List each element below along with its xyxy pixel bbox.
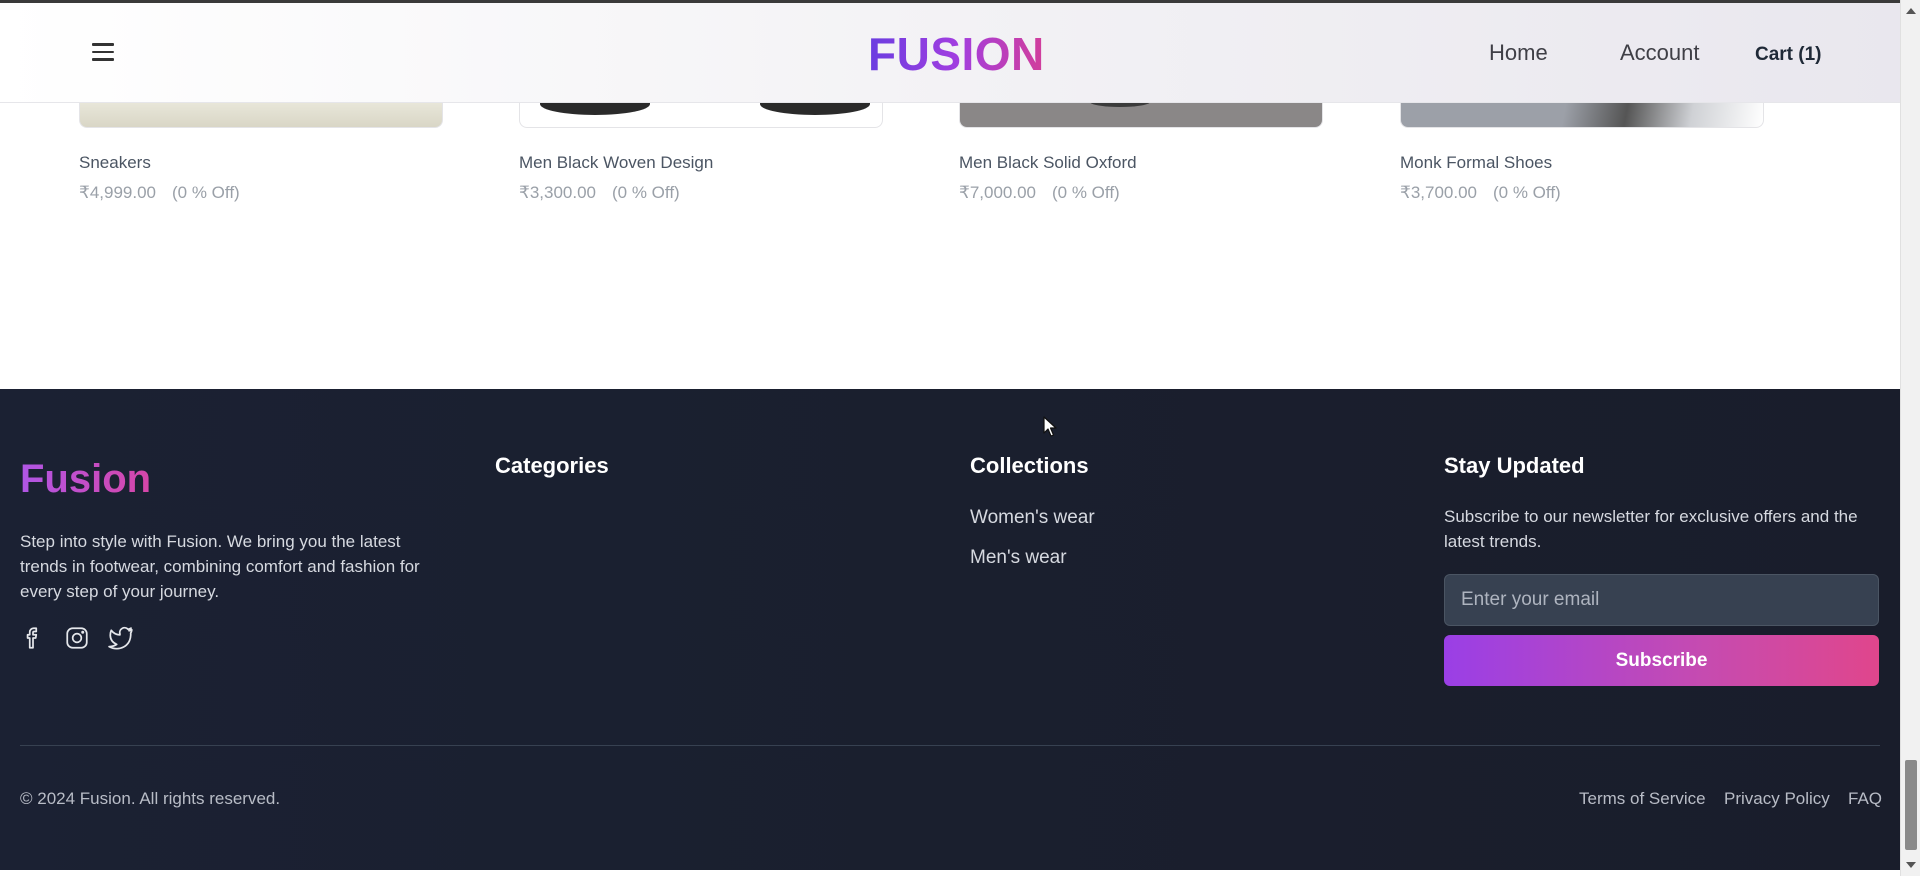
collections-heading: Collections — [970, 453, 1089, 478]
product-name[interactable]: Men Black Solid Oxford — [959, 153, 1323, 173]
nav-cart-link[interactable]: Cart (1) — [1755, 44, 1822, 66]
facebook-icon[interactable] — [20, 625, 46, 651]
product-image[interactable] — [959, 103, 1323, 128]
footer-brand-logo: Fusion — [20, 457, 152, 501]
product-price-row: ₹3,300.00 (0 % Off) — [519, 183, 883, 203]
newsletter-email-input[interactable] — [1444, 574, 1879, 626]
product-name[interactable]: Men Black Woven Design — [519, 153, 883, 173]
product-discount: (0 % Off) — [612, 183, 680, 202]
collection-link-mens-wear[interactable]: Men's wear — [970, 547, 1067, 569]
site-footer: Fusion Step into style with Fusion. We b… — [0, 389, 1900, 870]
stay-updated-heading: Stay Updated — [1444, 453, 1585, 478]
product-card[interactable]: Men Black Woven Design ₹3,300.00 (0 % Off… — [519, 103, 883, 203]
product-discount: (0 % Off) — [1052, 183, 1120, 202]
mouse-pointer-icon — [1043, 416, 1059, 438]
terms-of-service-link[interactable]: Terms of Service — [1579, 789, 1706, 809]
product-price: ₹3,700.00 — [1400, 183, 1477, 202]
site-logo[interactable]: FUSION — [868, 27, 1045, 81]
page: FUSION Home Account Cart (1) Sneakers ₹4… — [0, 0, 1920, 876]
product-discount: (0 % Off) — [172, 183, 240, 202]
site-header: FUSION Home Account Cart (1) — [0, 3, 1900, 103]
nav-home-link[interactable]: Home — [1489, 40, 1548, 66]
scrollbar-thumb[interactable] — [1905, 760, 1917, 850]
product-price: ₹7,000.00 — [959, 183, 1036, 202]
product-card[interactable]: Monk Formal Shoes ₹3,700.00 (0 % Off) — [1400, 103, 1764, 203]
scroll-up-arrow-icon[interactable] — [1906, 8, 1916, 14]
categories-heading: Categories — [495, 453, 609, 478]
product-price: ₹3,300.00 — [519, 183, 596, 202]
product-card[interactable]: Men Black Solid Oxford ₹7,000.00 (0 % Off… — [959, 103, 1323, 203]
privacy-policy-link[interactable]: Privacy Policy — [1724, 789, 1830, 809]
product-name[interactable]: Sneakers — [79, 153, 443, 173]
instagram-icon[interactable] — [64, 625, 90, 651]
faq-link[interactable]: FAQ — [1848, 789, 1882, 809]
product-price-row: ₹3,700.00 (0 % Off) — [1400, 183, 1764, 203]
scroll-down-arrow-icon[interactable] — [1906, 862, 1916, 868]
product-image[interactable] — [519, 103, 883, 128]
product-image[interactable] — [1400, 103, 1764, 128]
twitter-icon[interactable] — [108, 625, 134, 651]
subscribe-button[interactable]: Subscribe — [1444, 635, 1879, 686]
product-discount: (0 % Off) — [1493, 183, 1561, 202]
product-name[interactable]: Monk Formal Shoes — [1400, 153, 1764, 173]
product-image[interactable] — [79, 103, 443, 128]
nav-account-link[interactable]: Account — [1620, 40, 1700, 66]
product-price: ₹4,999.00 — [79, 183, 156, 202]
newsletter-description: Subscribe to our newsletter for exclusiv… — [1444, 507, 1858, 551]
page-scrollbar[interactable] — [1900, 0, 1920, 876]
footer-divider — [20, 745, 1880, 746]
product-price-row: ₹7,000.00 (0 % Off) — [959, 183, 1323, 203]
copyright-text: © 2024 Fusion. All rights reserved. — [20, 789, 281, 808]
collection-link-womens-wear[interactable]: Women's wear — [970, 507, 1095, 529]
footer-description: Step into style with Fusion. We bring yo… — [20, 532, 420, 601]
product-card[interactable]: Sneakers ₹4,999.00 (0 % Off) — [79, 103, 443, 203]
hamburger-menu-icon[interactable] — [92, 43, 118, 63]
product-price-row: ₹4,999.00 (0 % Off) — [79, 183, 443, 203]
